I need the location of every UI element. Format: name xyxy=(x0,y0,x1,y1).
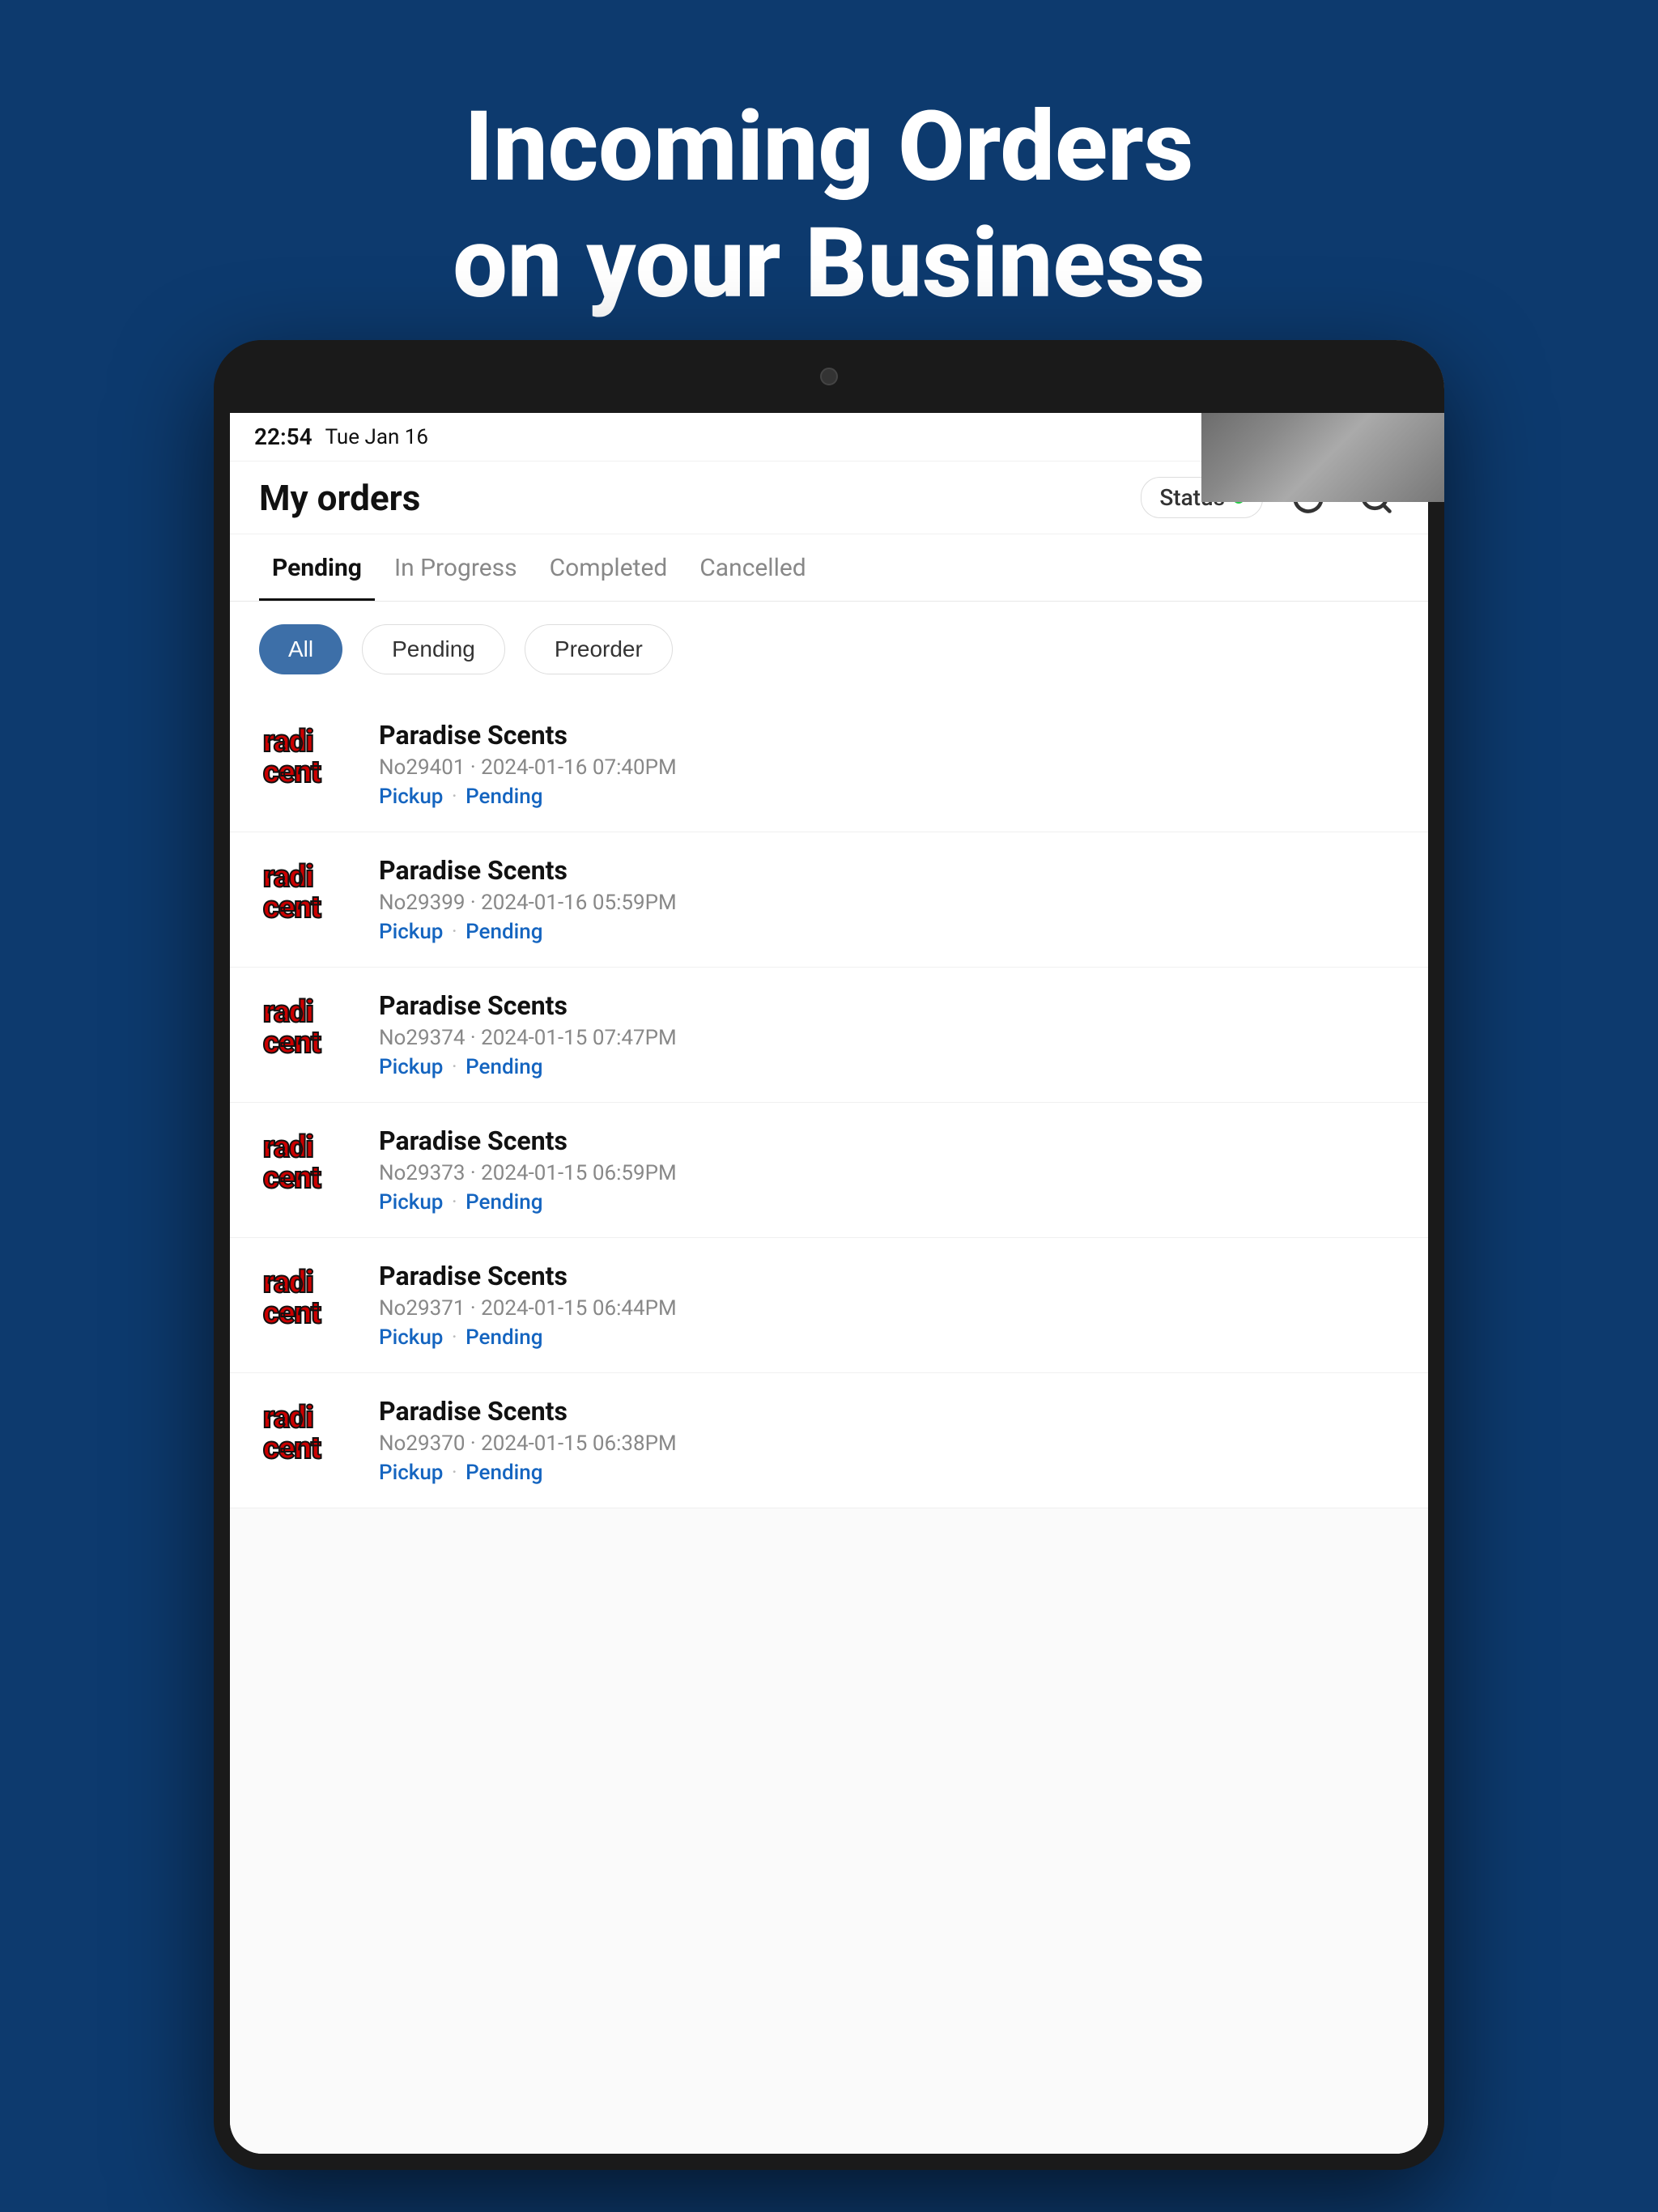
order-logo: radi cent xyxy=(259,1400,356,1481)
app-title: My orders xyxy=(259,477,420,519)
order-tags: Pickup · Pending xyxy=(379,920,1399,944)
order-store-name: Paradise Scents xyxy=(379,720,1399,751)
order-info: Paradise Scents No29374 · 2024-01-15 07:… xyxy=(379,990,1399,1079)
order-tags: Pickup · Pending xyxy=(379,1325,1399,1350)
order-logo: radi cent xyxy=(259,994,356,1075)
order-logo: radi cent xyxy=(259,724,356,805)
order-item[interactable]: radi cent Paradise Scents No29371 · 2024… xyxy=(230,1238,1428,1373)
order-item[interactable]: radi cent Paradise Scents No29373 · 2024… xyxy=(230,1103,1428,1238)
order-logo: radi cent xyxy=(259,1129,356,1210)
order-store-name: Paradise Scents xyxy=(379,1261,1399,1291)
hero-title-line2: on your Business xyxy=(0,206,1658,322)
order-info: Paradise Scents No29401 · 2024-01-16 07:… xyxy=(379,720,1399,809)
orders-list: radi cent Paradise Scents No29401 · 2024… xyxy=(230,697,1428,2154)
tabs-bar: Pending In Progress Completed Cancelled xyxy=(230,534,1428,602)
tablet-wrapper: 22:54 Tue Jan 16 100% ⚡ xyxy=(214,340,1444,2170)
order-logo: radi cent xyxy=(259,859,356,940)
tablet-screen: 22:54 Tue Jan 16 100% ⚡ xyxy=(230,413,1428,2154)
order-meta: No29373 · 2024-01-15 06:59PM xyxy=(379,1161,1399,1185)
filter-all[interactable]: All xyxy=(259,624,342,674)
order-item[interactable]: radi cent Paradise Scents No29374 · 2024… xyxy=(230,968,1428,1103)
order-store-name: Paradise Scents xyxy=(379,990,1399,1021)
tab-in-progress[interactable]: In Progress xyxy=(381,534,530,601)
order-tags: Pickup · Pending xyxy=(379,1055,1399,1079)
order-tags: Pickup · Pending xyxy=(379,1461,1399,1485)
order-store-name: Paradise Scents xyxy=(379,855,1399,886)
order-logo: radi cent xyxy=(259,1265,356,1346)
order-item[interactable]: radi cent Paradise Scents No29401 · 2024… xyxy=(230,697,1428,832)
order-info: Paradise Scents No29399 · 2024-01-16 05:… xyxy=(379,855,1399,944)
hero-section: Incoming Orders on your Business xyxy=(0,0,1658,322)
order-item[interactable]: radi cent Paradise Scents No29399 · 2024… xyxy=(230,832,1428,968)
order-meta: No29374 · 2024-01-15 07:47PM xyxy=(379,1026,1399,1050)
order-meta: No29371 · 2024-01-15 06:44PM xyxy=(379,1296,1399,1321)
tablet-bezel-top xyxy=(214,340,1444,413)
order-info: Paradise Scents No29371 · 2024-01-15 06:… xyxy=(379,1261,1399,1350)
order-tags: Pickup · Pending xyxy=(379,785,1399,809)
tab-completed[interactable]: Completed xyxy=(537,534,681,601)
hero-title-line1: Incoming Orders xyxy=(0,89,1658,206)
filter-preorder[interactable]: Preorder xyxy=(525,624,673,674)
order-tags: Pickup · Pending xyxy=(379,1190,1399,1214)
tab-pending[interactable]: Pending xyxy=(259,534,375,601)
screen-content: 22:54 Tue Jan 16 100% ⚡ xyxy=(230,413,1428,2154)
order-meta: No29401 · 2024-01-16 07:40PM xyxy=(379,755,1399,780)
status-time: 22:54 xyxy=(254,423,312,450)
status-date: Tue Jan 16 xyxy=(325,425,428,449)
order-meta: No29399 · 2024-01-16 05:59PM xyxy=(379,891,1399,915)
order-info: Paradise Scents No29373 · 2024-01-15 06:… xyxy=(379,1125,1399,1214)
tab-cancelled[interactable]: Cancelled xyxy=(687,534,818,601)
order-item[interactable]: radi cent Paradise Scents No29370 · 2024… xyxy=(230,1373,1428,1508)
order-info: Paradise Scents No29370 · 2024-01-15 06:… xyxy=(379,1396,1399,1485)
order-meta: No29370 · 2024-01-15 06:38PM xyxy=(379,1431,1399,1456)
order-store-name: Paradise Scents xyxy=(379,1125,1399,1156)
tablet-frame: 22:54 Tue Jan 16 100% ⚡ xyxy=(214,340,1444,2170)
order-store-name: Paradise Scents xyxy=(379,1396,1399,1427)
front-camera xyxy=(820,368,838,385)
filter-pending[interactable]: Pending xyxy=(362,624,505,674)
filter-bar: All Pending Preorder xyxy=(230,602,1428,697)
